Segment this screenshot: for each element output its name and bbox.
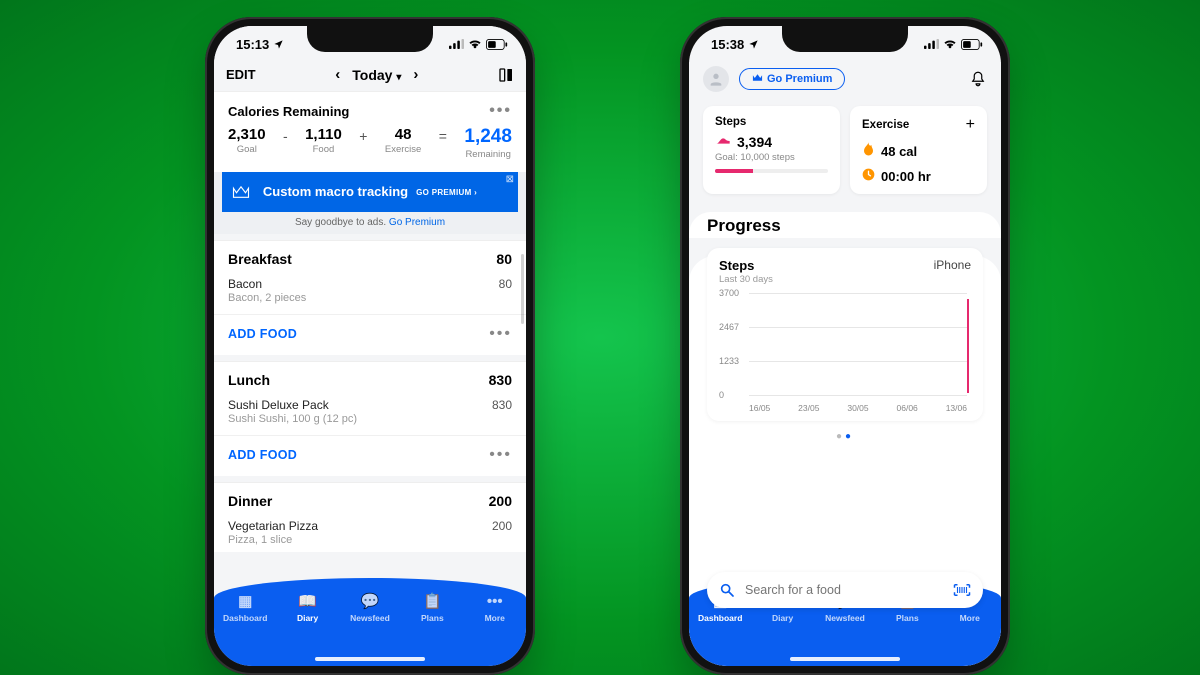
edit-button[interactable]: EDIT: [226, 67, 256, 82]
meal-name: Dinner: [228, 493, 272, 509]
goal-value: 2,310: [228, 126, 266, 143]
shoe-icon: [715, 134, 731, 150]
meal-item[interactable]: Sushi Deluxe PackSushi Sushi, 100 g (12 …: [214, 394, 526, 431]
meal-total: 200: [489, 493, 512, 509]
calories-more-button[interactable]: •••: [489, 102, 512, 120]
steps-goal: Goal: 10,000 steps: [715, 152, 828, 163]
search-food-field[interactable]: [707, 572, 983, 608]
search-input[interactable]: [743, 582, 953, 598]
meal-item[interactable]: Vegetarian PizzaPizza, 1 slice 200: [214, 515, 526, 552]
wifi-icon: [468, 39, 482, 49]
battery-icon: [486, 39, 508, 50]
meal-name: Breakfast: [228, 251, 292, 267]
add-food-button[interactable]: ADD FOOD: [228, 327, 297, 341]
go-premium-link[interactable]: Go Premium: [389, 217, 445, 228]
bell-icon[interactable]: [969, 70, 987, 88]
avatar[interactable]: [703, 66, 729, 92]
battery-icon: [961, 39, 983, 50]
add-food-button[interactable]: ADD FOOD: [228, 448, 297, 462]
food-value: 1,110: [305, 126, 342, 143]
more-icon: •••: [468, 592, 522, 610]
page-indicator: ●●: [689, 421, 1001, 442]
phone-diary: 15:13 EDIT: [205, 17, 535, 675]
ad-subtext: Say goodbye to ads. Go Premium: [214, 212, 526, 228]
signal-icon: [924, 39, 939, 49]
exercise-value: 48: [385, 126, 421, 143]
tab-dashboard[interactable]: ▦Dashboard: [218, 592, 272, 623]
tab-more[interactable]: •••More: [468, 592, 522, 623]
add-exercise-button[interactable]: +: [966, 116, 975, 134]
barcode-icon[interactable]: [953, 583, 971, 597]
clipboard-icon: 📋: [405, 592, 459, 610]
go-premium-button[interactable]: Go Premium: [739, 68, 845, 90]
meal-total: 830: [489, 372, 512, 388]
calories-title: Calories Remaining: [228, 104, 349, 119]
grid-icon: ▦: [218, 592, 272, 610]
tab-diary[interactable]: 📖Diary: [281, 592, 335, 623]
location-icon: [273, 39, 284, 50]
wifi-icon: [943, 39, 957, 49]
scroll-indicator: [521, 254, 524, 324]
meal-breakfast: Breakfast 80 BaconBacon, 2 pieces 80 ADD …: [214, 240, 526, 355]
steps-value: 3,394: [737, 134, 772, 150]
phone-dashboard: 15:38 Go Premium: [680, 17, 1010, 675]
steps-progress-bar: [715, 169, 828, 173]
crown-icon: [232, 185, 250, 199]
meal-more-button[interactable]: •••: [489, 325, 512, 343]
progress-chart-card[interactable]: Steps Last 30 days iPhone 01233246737001…: [707, 248, 983, 421]
search-icon: [719, 582, 735, 598]
remaining-value: 1,248: [464, 126, 512, 148]
clock-icon: [862, 168, 875, 184]
ad-block: Custom macro tracking GO PREMIUM › ⊠ Say…: [214, 172, 526, 234]
dashboard-header: Go Premium: [689, 62, 1001, 100]
chart-area: 012332467370016/0523/0530/0506/0613/06: [719, 293, 971, 413]
notch: [782, 26, 908, 52]
signal-icon: [449, 39, 464, 49]
diary-toolbar: EDIT ‹ Today ▾ ›: [214, 62, 526, 91]
exercise-card[interactable]: Exercise+ 48 cal 00:00 hr: [850, 106, 987, 194]
meal-dinner: Dinner 200 Vegetarian PizzaPizza, 1 slice…: [214, 482, 526, 552]
progress-title: Progress: [689, 212, 1001, 238]
exercise-cal: 48 cal: [881, 144, 917, 159]
exercise-time: 00:00 hr: [881, 169, 931, 184]
meal-name: Lunch: [228, 372, 270, 388]
notch: [307, 26, 433, 52]
chevron-down-icon: ▾: [396, 72, 401, 83]
meal-more-button[interactable]: •••: [489, 446, 512, 464]
location-icon: [748, 39, 759, 50]
next-day-button[interactable]: ›: [409, 66, 422, 83]
tab-plans[interactable]: 📋Plans: [405, 592, 459, 623]
tab-bar: ▦Dashboard 📖Diary 💬Newsfeed 📋Plans •••Mo…: [214, 578, 526, 666]
meal-item[interactable]: BaconBacon, 2 pieces 80: [214, 273, 526, 310]
home-indicator[interactable]: [790, 657, 900, 661]
day-selector[interactable]: Today ▾: [352, 67, 401, 83]
meal-lunch: Lunch 830 Sushi Deluxe PackSushi Sushi, 1…: [214, 361, 526, 476]
flame-icon: [862, 142, 875, 160]
chart-source: iPhone: [934, 258, 971, 272]
book-icon: 📖: [281, 592, 335, 610]
prev-day-button[interactable]: ‹: [331, 66, 344, 83]
tab-newsfeed[interactable]: 💬Newsfeed: [343, 592, 397, 623]
meal-total: 80: [496, 251, 512, 267]
steps-card[interactable]: Steps 3,394 Goal: 10,000 steps: [703, 106, 840, 194]
ad-close-button[interactable]: ⊠: [506, 174, 514, 185]
status-time: 15:38: [711, 37, 744, 52]
status-time: 15:13: [236, 37, 269, 52]
nutrition-icon[interactable]: [498, 67, 514, 83]
chat-icon: 💬: [343, 592, 397, 610]
chart-subtitle: Last 30 days: [719, 274, 773, 285]
crown-icon: [752, 73, 763, 85]
chart-title: Steps: [719, 258, 773, 273]
home-indicator[interactable]: [315, 657, 425, 661]
calories-summary-card: Calories Remaining ••• 2,310Goal - 1,110…: [214, 91, 526, 172]
premium-ad-banner[interactable]: Custom macro tracking GO PREMIUM › ⊠: [222, 172, 518, 212]
